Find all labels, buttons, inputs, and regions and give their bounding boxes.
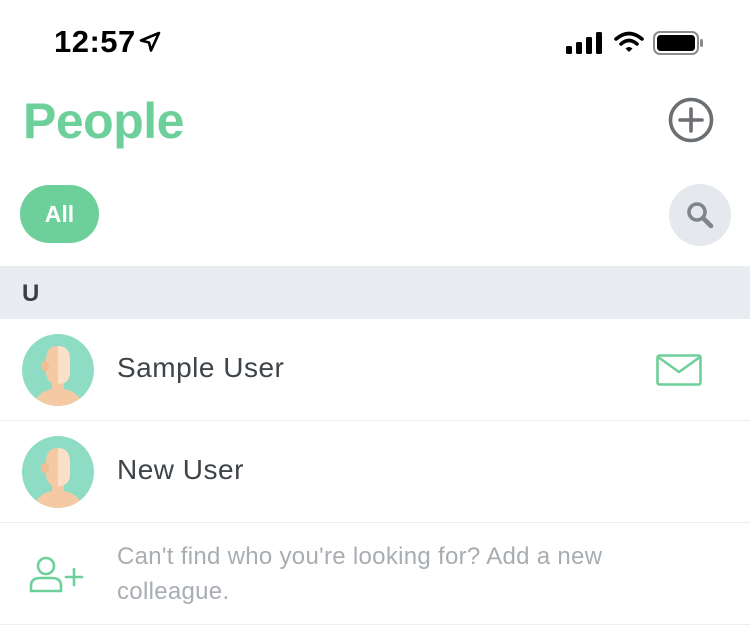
avatar	[22, 334, 94, 406]
avatar	[22, 436, 94, 508]
person-name: Sample User	[117, 352, 285, 383]
status-time: 12:57	[54, 24, 136, 59]
search-button[interactable]	[669, 184, 731, 246]
add-user-icon	[29, 556, 84, 593]
cellular-signal-icon	[566, 32, 602, 54]
section-letter: U	[22, 280, 40, 307]
filter-all-button[interactable]: All	[20, 185, 99, 243]
plus-circle-icon	[668, 97, 714, 143]
add-colleague-row[interactable]: Can't find who you're looking for? Add a…	[0, 523, 750, 625]
person-row[interactable]: New User	[0, 421, 750, 523]
status-bar: 12:57	[0, 0, 750, 86]
person-row[interactable]: Sample User	[0, 319, 750, 421]
search-icon	[687, 202, 714, 229]
section-header: U	[0, 266, 750, 319]
location-arrow-icon	[139, 31, 161, 52]
battery-icon	[653, 31, 703, 55]
wifi-icon	[614, 31, 644, 52]
add-colleague-hint: Can't find who you're looking for? Add a…	[117, 543, 603, 605]
add-person-button[interactable]	[667, 96, 715, 144]
person-name: New User	[117, 454, 244, 485]
mail-icon[interactable]	[656, 354, 702, 386]
page-title: People	[23, 93, 184, 149]
